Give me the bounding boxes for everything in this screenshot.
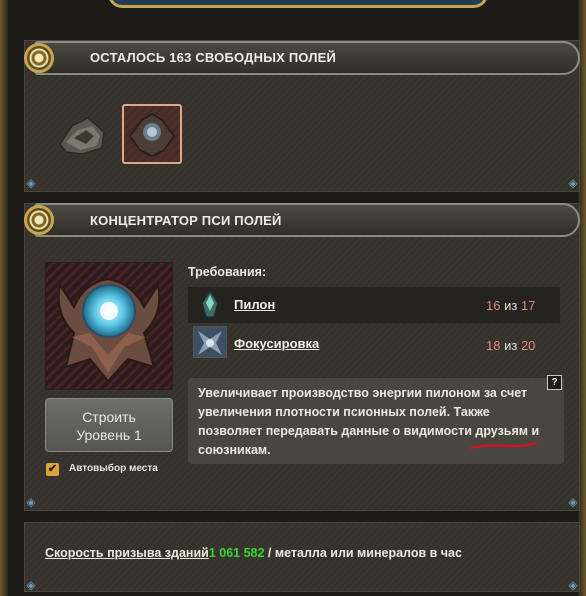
requirement-separator: из xyxy=(504,298,518,313)
corner-ornament-icon: ◈ xyxy=(568,176,578,190)
corner-ornament-icon: ◈ xyxy=(26,495,36,509)
summon-speed-suffix: / металла или минералов в час xyxy=(264,546,462,560)
build-button-label: Строить xyxy=(82,409,136,425)
red-underline-annotation xyxy=(469,441,538,450)
gold-orb-icon xyxy=(24,205,54,235)
requirement-count: 16 из 17 xyxy=(486,298,535,313)
pylon-icon xyxy=(197,289,223,321)
auto-select-checkbox[interactable]: ✔ xyxy=(46,463,59,476)
left-frame-edge xyxy=(0,0,8,596)
building-slot-pylon[interactable] xyxy=(52,104,112,164)
corner-ornament-icon: ◈ xyxy=(568,578,578,592)
build-button[interactable]: Строить Уровень 1 xyxy=(45,398,173,452)
requirement-link-focusing[interactable]: Фокусировка xyxy=(234,336,319,351)
corner-ornament-icon: ◈ xyxy=(26,578,36,592)
gold-orb-icon xyxy=(24,43,54,73)
psi-field-concentrator-icon xyxy=(129,113,175,157)
requirements-label: Требования: xyxy=(188,265,267,279)
corner-ornament-icon: ◈ xyxy=(568,495,578,509)
requirement-count: 18 из 20 xyxy=(486,338,535,353)
top-gold-bar xyxy=(108,0,488,8)
auto-select-label: Автовыбор места xyxy=(69,463,158,474)
requirement-separator: из xyxy=(504,338,518,353)
requirement-link-pylon[interactable]: Пилон xyxy=(234,297,275,312)
summon-speed-line: Скорость призыва зданий1 061 582 / метал… xyxy=(45,546,462,560)
fields-panel-title: ОСТАЛОСЬ 163 СВОБОДНЫХ ПОЛЕЙ xyxy=(90,50,337,65)
help-icon[interactable]: ? xyxy=(547,375,562,390)
summon-speed-value: 1 061 582 xyxy=(208,546,265,560)
focusing-icon xyxy=(193,326,227,358)
building-image xyxy=(45,262,173,390)
requirement-have: 16 xyxy=(486,298,501,313)
pylon-building-icon xyxy=(59,117,105,155)
requirement-have: 18 xyxy=(486,338,501,353)
requirement-need: 17 xyxy=(520,298,536,313)
building-slot-psi-concentrator[interactable] xyxy=(122,104,182,164)
build-button-level: Уровень 1 xyxy=(76,427,142,443)
corner-ornament-icon: ◈ xyxy=(26,176,36,190)
summon-speed-label[interactable]: Скорость призыва зданий xyxy=(45,546,209,560)
building-panel-title: КОНЦЕНТРАТОР ПСИ ПОЛЕЙ xyxy=(90,213,282,228)
psi-field-concentrator-icon xyxy=(57,277,161,383)
requirement-need: 20 xyxy=(520,338,536,353)
